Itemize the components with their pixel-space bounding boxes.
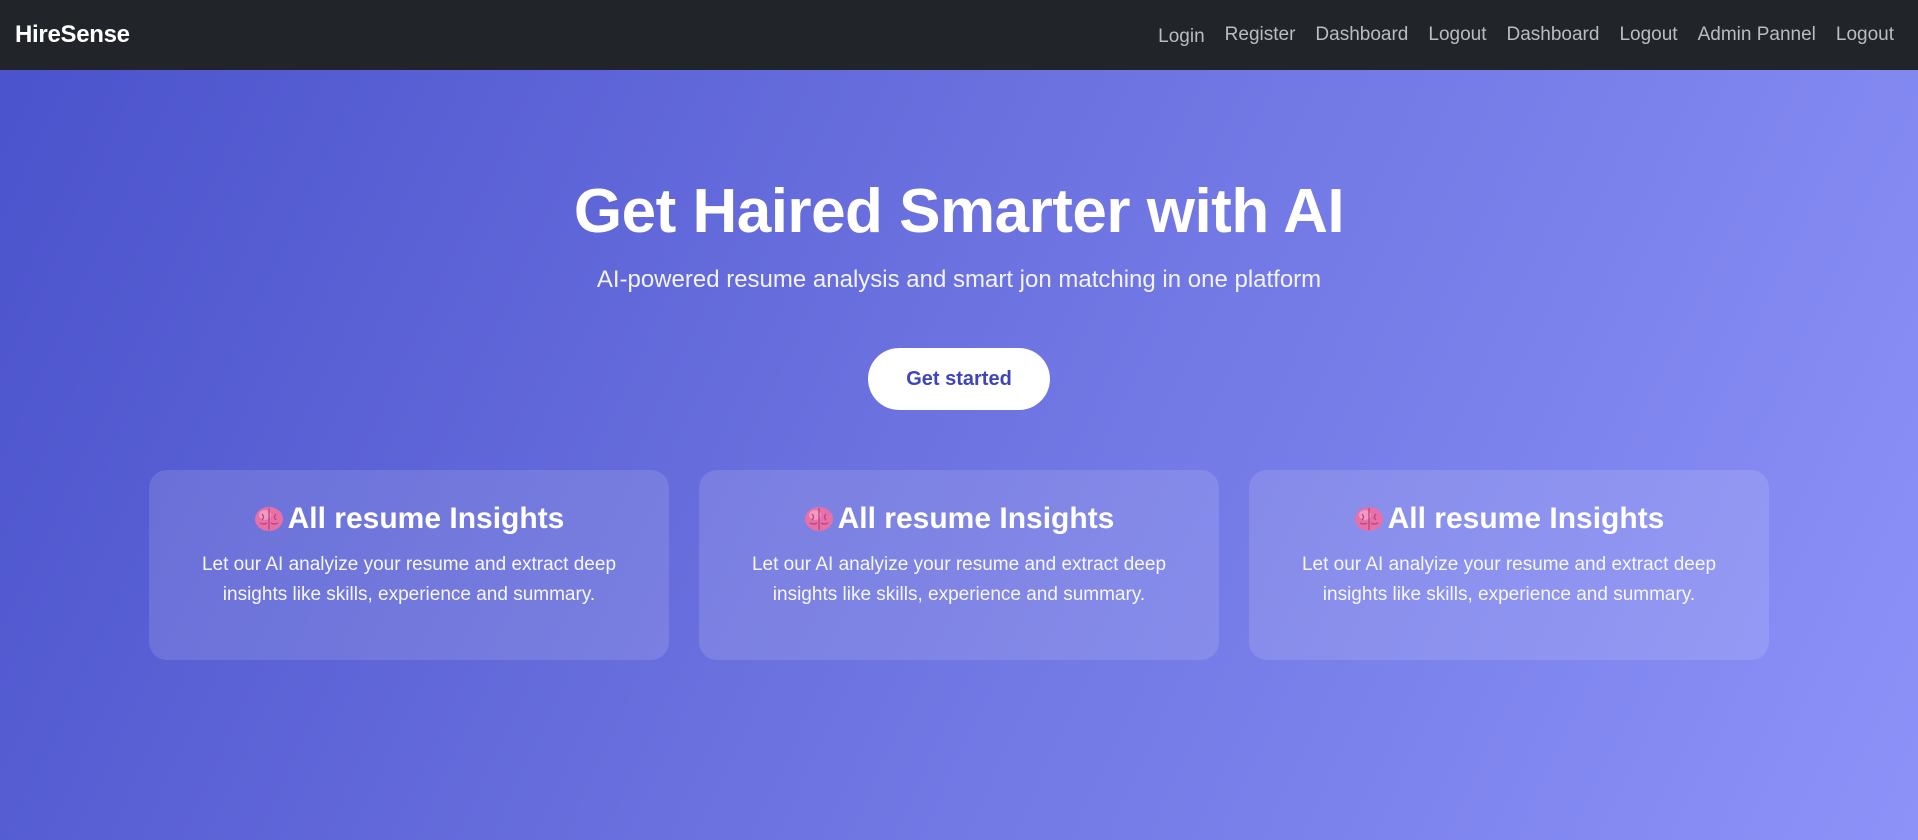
nav-link-logout-3[interactable]: Logout: [1826, 24, 1904, 46]
brand-logo[interactable]: HireSense: [15, 21, 130, 49]
nav-link-register[interactable]: Register: [1215, 24, 1306, 46]
nav-link-dashboard[interactable]: Dashboard: [1305, 24, 1418, 46]
hero-title: Get Haired Smarter with AI: [573, 177, 1345, 246]
nav-link-dashboard-2[interactable]: Dashboard: [1497, 24, 1610, 46]
brain-icon: [804, 507, 833, 531]
feature-card: All resume Insights Let our AI analyize …: [1249, 470, 1769, 660]
feature-title-text: All resume Insights: [837, 502, 1115, 535]
feature-title-text: All resume Insights: [287, 502, 565, 535]
feature-description: Let our AI analyize your resume and extr…: [751, 554, 1167, 605]
feature-card-title: All resume Insights: [149, 502, 669, 536]
feature-card-title: All resume Insights: [699, 502, 1219, 536]
nav-link-logout[interactable]: Logout: [1418, 24, 1496, 46]
feature-description: Let our AI analyize your resume and extr…: [1301, 554, 1717, 605]
get-started-button[interactable]: Get started: [868, 348, 1050, 410]
nav-link-login[interactable]: Login: [1148, 26, 1215, 48]
hero-subtitle: AI-powered resume analysis and smart jon…: [596, 266, 1322, 293]
nav-links: Login Register Dashboard Logout Dashboar…: [1148, 23, 1904, 48]
feature-title-text: All resume Insights: [1387, 502, 1665, 535]
brain-icon: [1354, 507, 1383, 531]
brain-icon: [254, 507, 283, 531]
feature-card: All resume Insights Let our AI analyize …: [699, 470, 1219, 660]
feature-description: Let our AI analyize your resume and extr…: [201, 554, 617, 605]
top-navbar: HireSense Login Register Dashboard Logou…: [0, 0, 1918, 70]
feature-card-title: All resume Insights: [1249, 502, 1769, 536]
nav-link-admin-panel[interactable]: Admin Pannel: [1688, 24, 1826, 46]
feature-card: All resume Insights Let our AI analyize …: [149, 470, 669, 660]
nav-link-logout-2[interactable]: Logout: [1609, 24, 1687, 46]
